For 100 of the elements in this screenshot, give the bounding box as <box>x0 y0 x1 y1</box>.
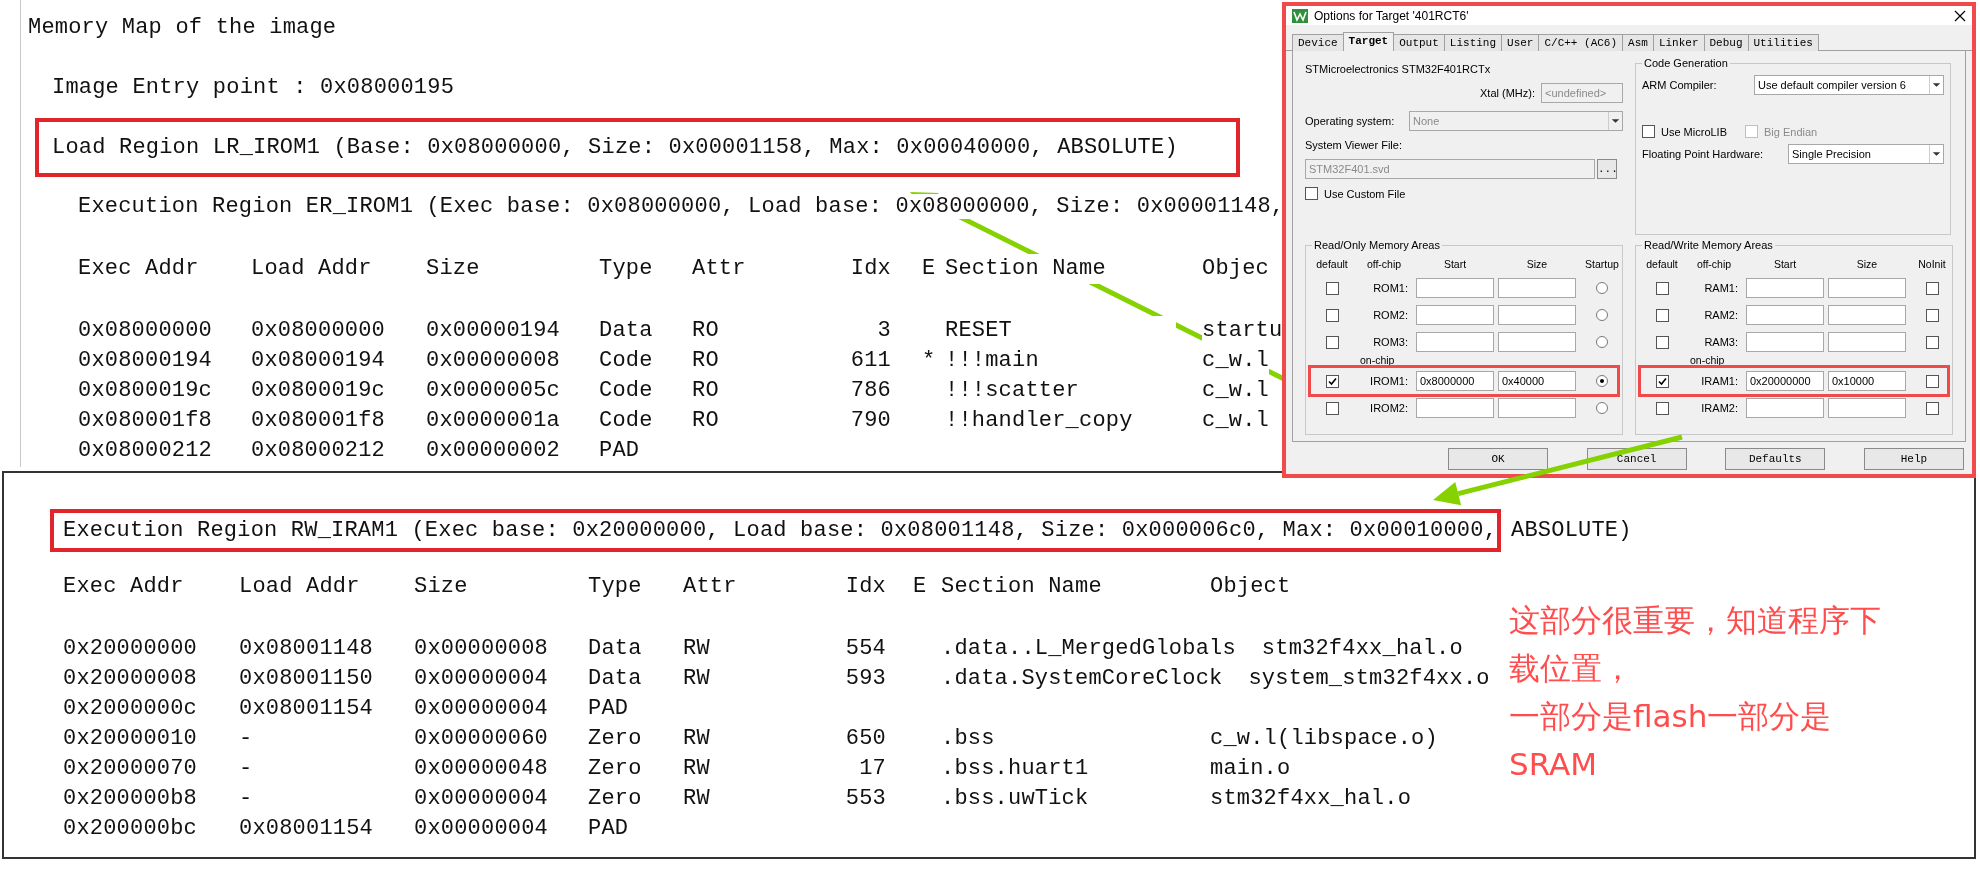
checkbox-label: Use MicroLIB <box>1661 125 1728 138</box>
column-header: default <box>1645 258 1679 270</box>
table-cell: c_w.l <box>1202 346 1269 376</box>
tab[interactable]: Debug <box>1703 34 1749 51</box>
checkbox[interactable] <box>1655 335 1669 349</box>
size-field[interactable] <box>1498 305 1576 325</box>
column-header: default <box>1315 258 1349 270</box>
checkbox[interactable] <box>1655 281 1669 295</box>
dialog-button[interactable]: Help <box>1863 448 1964 470</box>
radio-button[interactable] <box>1596 336 1608 348</box>
area-label: IROM2: <box>1369 402 1409 414</box>
field-label: ARM Compiler: <box>1642 79 1717 91</box>
tab[interactable]: Asm <box>1622 34 1654 51</box>
area-label: RAM3: <box>1703 336 1739 348</box>
column-header: Start <box>1772 258 1798 270</box>
size-field[interactable] <box>1828 278 1906 298</box>
device-name: STMicroelectronics STM32F401RCTx <box>1305 63 1492 75</box>
checkbox[interactable] <box>1925 308 1939 322</box>
start-field[interactable] <box>1746 398 1824 418</box>
area-label: ROM1: <box>1372 282 1409 294</box>
start-field[interactable] <box>1416 305 1494 325</box>
window-title: Options for Target '401RCT6' <box>1314 8 1470 23</box>
on-chip-label: on-chip <box>1360 354 1395 366</box>
on-chip-label: on-chip <box>1690 354 1725 366</box>
area-label: IROM1: <box>1369 375 1409 387</box>
checkbox[interactable] <box>1325 335 1339 349</box>
checkbox-label: Big Endian <box>1764 125 1818 138</box>
radio-button[interactable] <box>1596 402 1608 414</box>
column-header: Startup <box>1584 258 1620 270</box>
area-label: ROM2: <box>1372 309 1409 321</box>
area-label: IRAM1: <box>1700 375 1739 387</box>
field-label: Xtal (MHz): <box>1480 87 1535 99</box>
tab[interactable]: Target <box>1342 32 1395 51</box>
tab[interactable]: Device <box>1292 34 1344 51</box>
tab[interactable]: Linker <box>1652 34 1705 51</box>
start-field[interactable] <box>1416 332 1494 352</box>
group-title: Code Generation <box>1643 57 1729 69</box>
dialog-button[interactable]: OK <box>1448 448 1548 470</box>
radio-button[interactable] <box>1596 375 1608 387</box>
dialog-button[interactable]: Defaults <box>1725 448 1826 470</box>
checkbox[interactable] <box>1925 335 1939 349</box>
tab[interactable]: C/C++ (AC6) <box>1538 34 1624 51</box>
group-title: Read/Only Memory Areas <box>1313 239 1441 251</box>
dropdown[interactable]: Use default compiler version 6 <box>1754 75 1944 95</box>
radio-button[interactable] <box>1596 282 1608 294</box>
area-label: IRAM2: <box>1700 402 1739 414</box>
column-header: off-chip <box>1365 258 1403 270</box>
tab[interactable]: Listing <box>1443 34 1503 51</box>
size-field[interactable] <box>1498 398 1576 418</box>
checkbox[interactable] <box>1305 187 1318 200</box>
column-header: off-chip <box>1695 258 1733 270</box>
checkbox[interactable] <box>1655 308 1669 322</box>
dropdown-caret-icon <box>1929 145 1943 163</box>
group-title: Read/Write Memory Areas <box>1643 239 1774 251</box>
start-field[interactable] <box>1416 398 1494 418</box>
tab[interactable]: Utilities <box>1747 34 1819 51</box>
area-label: RAM2: <box>1703 309 1739 321</box>
field-label: Floating Point Hardware: <box>1642 148 1764 160</box>
size-field[interactable]: 0x40000 <box>1498 371 1576 391</box>
radio-button[interactable] <box>1596 309 1608 321</box>
area-label: ROM3: <box>1372 336 1409 348</box>
annotation-text: 一部分是flash一部分是SRAM <box>1509 697 1833 784</box>
checkbox[interactable] <box>1925 401 1939 415</box>
dropdown-caret-icon <box>1608 112 1622 130</box>
checkbox[interactable] <box>1325 401 1339 415</box>
start-field[interactable] <box>1746 305 1824 325</box>
checkbox[interactable] <box>1325 374 1339 388</box>
checkbox[interactable] <box>1655 374 1669 388</box>
size-field[interactable] <box>1498 278 1576 298</box>
start-field[interactable]: 0x8000000 <box>1416 371 1494 391</box>
column-header: Size <box>1525 258 1549 270</box>
size-field[interactable] <box>1828 305 1906 325</box>
heading: Memory Map of the image <box>28 15 337 40</box>
entry-point: Image Entry point : 0x08000195 <box>52 75 455 100</box>
checkbox-label: Use Custom File <box>1324 187 1406 200</box>
size-field[interactable] <box>1828 332 1906 352</box>
tab[interactable]: Output <box>1393 34 1445 51</box>
checkbox[interactable] <box>1925 374 1939 388</box>
column-header: Size <box>1855 258 1879 270</box>
checkbox[interactable] <box>1325 308 1339 322</box>
annotation-text: 这部分很重要，知道程序下载位置， <box>1509 601 1882 688</box>
size-field[interactable] <box>1498 332 1576 352</box>
checkbox[interactable] <box>1325 281 1339 295</box>
column-header: NoInit <box>1917 258 1947 270</box>
field-label: Operating system: <box>1305 115 1396 127</box>
start-field[interactable] <box>1746 278 1824 298</box>
dropdown-caret-icon <box>1929 76 1943 94</box>
checkbox[interactable] <box>1925 281 1939 295</box>
close-icon[interactable] <box>1954 9 1966 22</box>
size-field[interactable]: 0x10000 <box>1828 371 1906 391</box>
checkbox[interactable] <box>1655 401 1669 415</box>
column-header: Start <box>1442 258 1468 270</box>
checkbox[interactable] <box>1642 125 1655 138</box>
field-label: System Viewer File: <box>1305 139 1403 151</box>
start-field[interactable]: 0x20000000 <box>1746 371 1824 391</box>
start-field[interactable] <box>1416 278 1494 298</box>
dropdown[interactable]: Single Precision <box>1788 144 1944 164</box>
tab[interactable]: User <box>1501 34 1540 51</box>
start-field[interactable] <box>1746 332 1824 352</box>
size-field[interactable] <box>1828 398 1906 418</box>
